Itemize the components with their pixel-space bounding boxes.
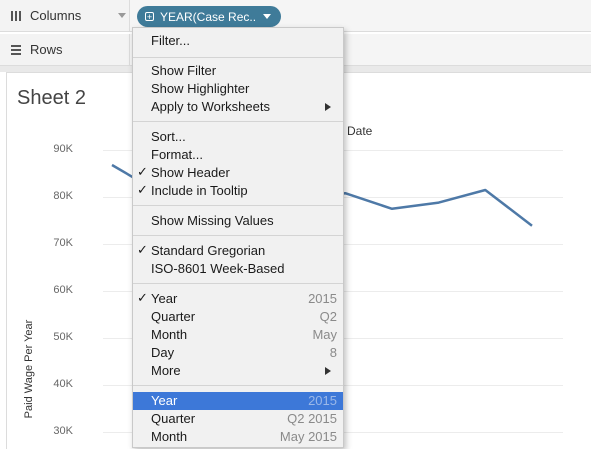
- menu-item-show-filter[interactable]: Show Filter: [133, 62, 343, 80]
- menu-item-format[interactable]: Format...: [133, 146, 343, 164]
- year-pill[interactable]: + YEAR(Case Rec..: [137, 6, 281, 27]
- columns-label: Columns: [30, 8, 82, 23]
- menu-separator: [133, 57, 343, 58]
- menu-item-quarter-continuous[interactable]: Quarter Q2 2015: [133, 410, 343, 428]
- menu-item-day[interactable]: Day 8: [133, 344, 343, 362]
- menu-item-include-in-tooltip[interactable]: ✓ Include in Tooltip: [133, 182, 343, 200]
- menu-item-sort[interactable]: Sort...: [133, 128, 343, 146]
- submenu-arrow-icon: [325, 103, 331, 111]
- menu-separator: [133, 385, 343, 386]
- chevron-down-icon[interactable]: [118, 13, 126, 18]
- menu-item-show-missing-values[interactable]: Show Missing Values: [133, 212, 343, 230]
- menu-item-month-continuous[interactable]: Month May 2015: [133, 428, 343, 446]
- menu-item-quarter[interactable]: Quarter Q2: [133, 308, 343, 326]
- menu-item-month[interactable]: Month May: [133, 326, 343, 344]
- checkmark-icon: ✓: [137, 290, 148, 305]
- columns-icon: [10, 10, 22, 22]
- checkmark-icon: ✓: [137, 164, 148, 179]
- menu-separator: [133, 235, 343, 236]
- checkmark-icon: ✓: [137, 242, 148, 257]
- rows-shelf-label: Rows: [0, 34, 130, 65]
- menu-item-iso-week[interactable]: ISO-8601 Week-Based: [133, 260, 343, 278]
- field-context-menu: Filter... Show Filter Show Highlighter A…: [132, 27, 344, 448]
- menu-item-apply-to-worksheets[interactable]: Apply to Worksheets: [133, 98, 343, 116]
- menu-separator: [133, 205, 343, 206]
- menu-item-filter[interactable]: Filter...: [133, 32, 343, 50]
- menu-separator: [133, 121, 343, 122]
- checkmark-icon: ✓: [137, 182, 148, 197]
- menu-item-show-header[interactable]: ✓ Show Header: [133, 164, 343, 182]
- menu-item-year-continuous[interactable]: Year 2015: [133, 392, 343, 410]
- submenu-arrow-icon: [325, 367, 331, 375]
- menu-separator: [133, 283, 343, 284]
- pill-label: YEAR(Case Rec..: [160, 9, 257, 24]
- columns-shelf-label: Columns: [0, 0, 130, 31]
- menu-item-show-highlighter[interactable]: Show Highlighter: [133, 80, 343, 98]
- menu-item-standard-gregorian[interactable]: ✓ Standard Gregorian: [133, 242, 343, 260]
- menu-item-year[interactable]: ✓ Year 2015: [133, 290, 343, 308]
- pill-dropdown-icon[interactable]: [263, 14, 271, 19]
- menu-item-more[interactable]: More: [133, 362, 343, 380]
- expand-plus-icon[interactable]: +: [145, 12, 154, 22]
- rows-label: Rows: [30, 42, 63, 57]
- rows-icon: [10, 44, 22, 56]
